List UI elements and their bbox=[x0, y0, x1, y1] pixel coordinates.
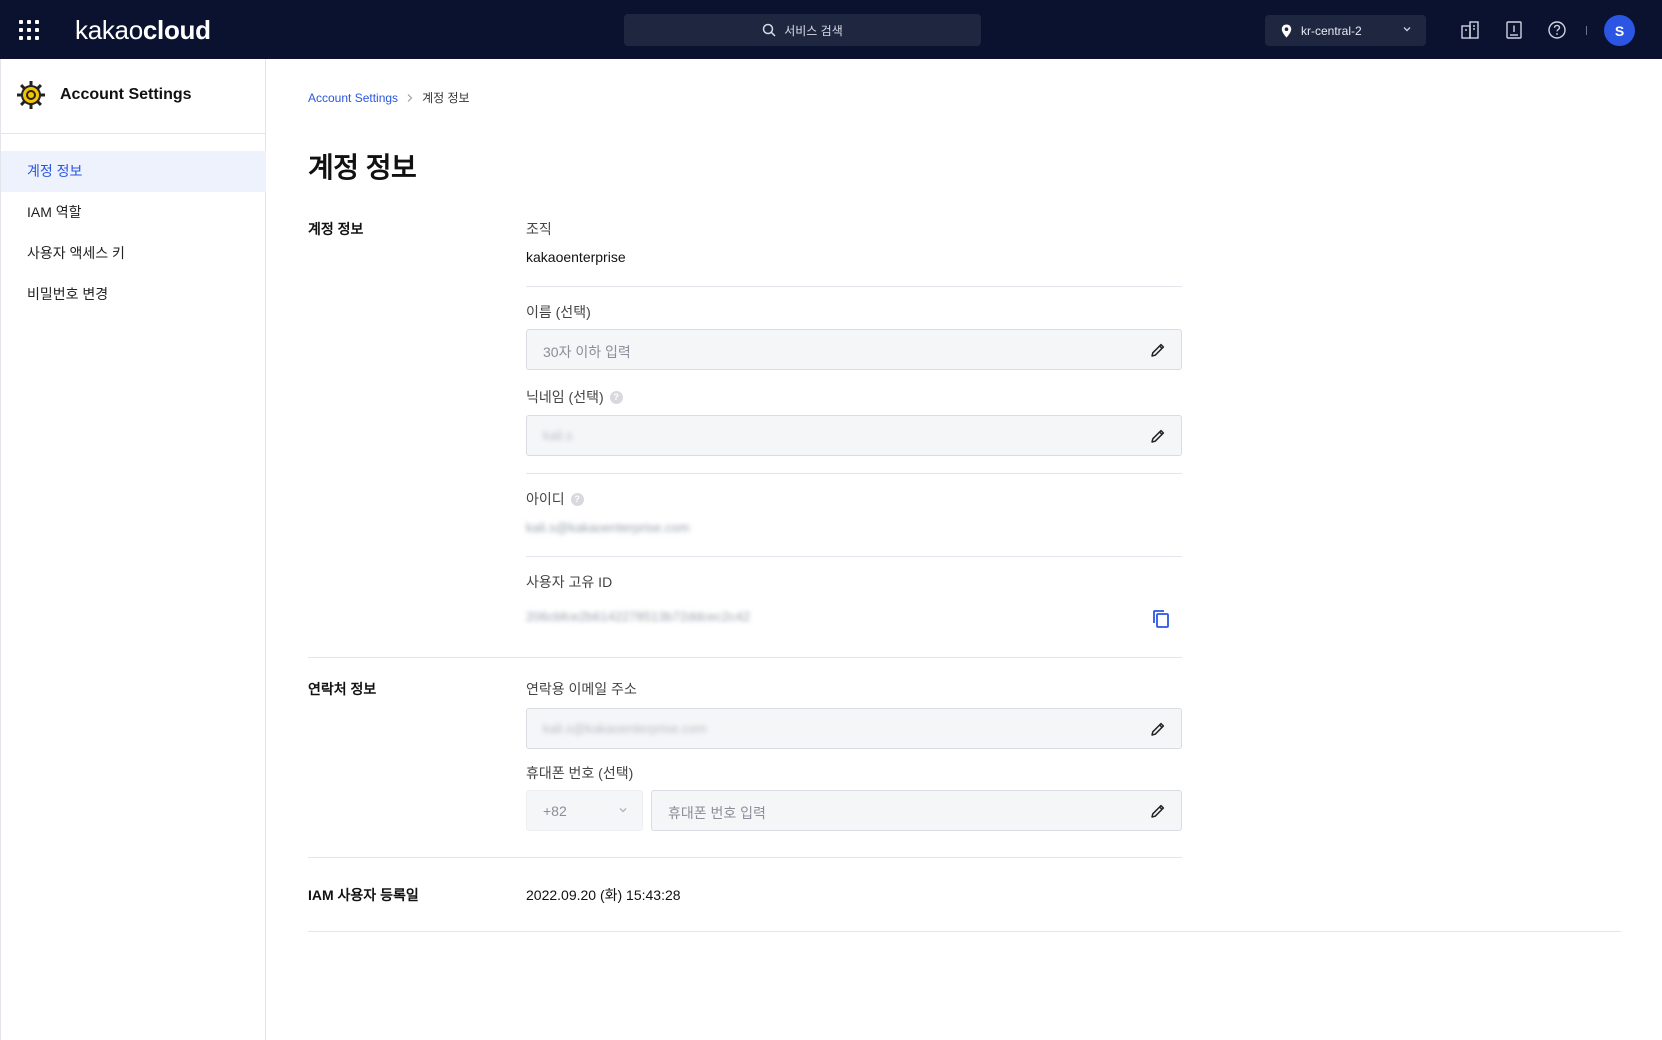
breadcrumb-current: 계정 정보 bbox=[422, 91, 470, 105]
location-pin-icon bbox=[1281, 24, 1292, 37]
phone-number-input[interactable]: 휴대폰 번호 입력 bbox=[651, 790, 1182, 831]
contact-section-label: 연락처 정보 bbox=[308, 681, 377, 697]
chevron-down-icon bbox=[1403, 27, 1411, 32]
sidebar-item-access-key[interactable]: 사용자 액세스 키 bbox=[1, 233, 266, 274]
pencil-icon[interactable] bbox=[1149, 427, 1167, 445]
topbar-divider bbox=[1586, 26, 1587, 35]
id-label: 아이디? bbox=[526, 489, 584, 509]
country-code-select[interactable]: +82 bbox=[526, 790, 643, 831]
pencil-icon[interactable] bbox=[1149, 802, 1167, 820]
search-placeholder: 서비스 검색 bbox=[784, 23, 843, 38]
help-icon[interactable]: ? bbox=[609, 390, 623, 404]
sidebar-header: Account Settings bbox=[1, 59, 266, 134]
region-selector[interactable]: kr-central-2 bbox=[1265, 15, 1426, 46]
breadcrumb-root-link[interactable]: Account Settings bbox=[308, 91, 398, 105]
sidebar-title: Account Settings bbox=[60, 86, 192, 103]
registration-value: 2022.09.20 (화) 15:43:28 bbox=[526, 887, 681, 903]
uid-label: 사용자 고유 ID bbox=[526, 574, 613, 590]
help-circle-icon[interactable] bbox=[1546, 19, 1568, 41]
phone-placeholder: 휴대폰 번호 입력 bbox=[668, 805, 766, 821]
top-navigation-bar: kakaocloud 서비스 검색 kr-central-2 S bbox=[0, 0, 1662, 59]
copy-icon[interactable] bbox=[1150, 608, 1172, 630]
user-avatar[interactable]: S bbox=[1604, 15, 1635, 46]
kakaocloud-logo[interactable]: kakaocloud bbox=[75, 14, 211, 46]
pencil-icon[interactable] bbox=[1149, 720, 1167, 738]
search-icon bbox=[762, 23, 776, 37]
sidebar: Account Settings 계정 정보 IAM 역할 사용자 액세스 키 … bbox=[0, 59, 266, 1040]
account-section-label: 계정 정보 bbox=[308, 221, 364, 237]
pencil-icon[interactable] bbox=[1149, 341, 1167, 359]
name-placeholder: 30자 이하 입력 bbox=[543, 344, 631, 360]
divider bbox=[526, 473, 1182, 474]
name-label: 이름 (선택) bbox=[526, 304, 591, 320]
divider bbox=[526, 286, 1182, 287]
id-value: kali.s@kakaoenterprise.com bbox=[526, 520, 690, 535]
bottom-divider bbox=[308, 931, 1621, 932]
phone-label: 휴대폰 번호 (선택) bbox=[526, 765, 634, 781]
sidebar-item-account-info[interactable]: 계정 정보 bbox=[1, 151, 266, 192]
section-divider bbox=[308, 657, 1182, 658]
settings-gear-icon bbox=[17, 81, 45, 109]
chevron-down-icon bbox=[619, 808, 627, 813]
help-icon[interactable]: ? bbox=[570, 492, 584, 506]
main-content: Account Settings 계정 정보 계정 정보 계정 정보 조직 ka… bbox=[266, 59, 1662, 1040]
breadcrumb: Account Settings 계정 정보 bbox=[308, 89, 470, 106]
contact-email-input[interactable]: kali.s@kakaoenterprise.com bbox=[526, 708, 1182, 749]
service-search-input[interactable]: 서비스 검색 bbox=[624, 14, 981, 46]
country-code-value: +82 bbox=[543, 803, 567, 819]
org-label: 조직 bbox=[526, 221, 552, 237]
chevron-right-icon bbox=[407, 93, 413, 102]
document-icon[interactable] bbox=[1503, 19, 1525, 41]
nickname-label: 닉네임 (선택)? bbox=[526, 387, 623, 407]
contact-email-value: kali.s@kakaoenterprise.com bbox=[543, 721, 707, 736]
nickname-input[interactable]: kali.s bbox=[526, 415, 1182, 456]
building-icon[interactable] bbox=[1459, 19, 1481, 41]
id-label-text: 아이디 bbox=[526, 491, 565, 507]
nickname-label-text: 닉네임 (선택) bbox=[526, 389, 604, 405]
sidebar-item-iam-role[interactable]: IAM 역할 bbox=[1, 192, 266, 233]
email-label: 연락용 이메일 주소 bbox=[526, 681, 637, 697]
sidebar-item-change-password[interactable]: 비밀번호 변경 bbox=[1, 274, 266, 315]
nickname-value: kali.s bbox=[543, 428, 573, 443]
org-value: kakaoenterprise bbox=[526, 249, 626, 265]
registration-label: IAM 사용자 등록일 bbox=[308, 887, 419, 903]
divider bbox=[526, 556, 1182, 557]
section-divider bbox=[308, 857, 1182, 858]
name-input[interactable]: 30자 이하 입력 bbox=[526, 329, 1182, 370]
apps-grid-icon[interactable] bbox=[19, 20, 39, 40]
page-title: 계정 정보 bbox=[308, 152, 417, 183]
region-label: kr-central-2 bbox=[1301, 23, 1362, 38]
uid-value: 206cbfce2b6142278513b72ddcec2c42 bbox=[526, 609, 751, 624]
